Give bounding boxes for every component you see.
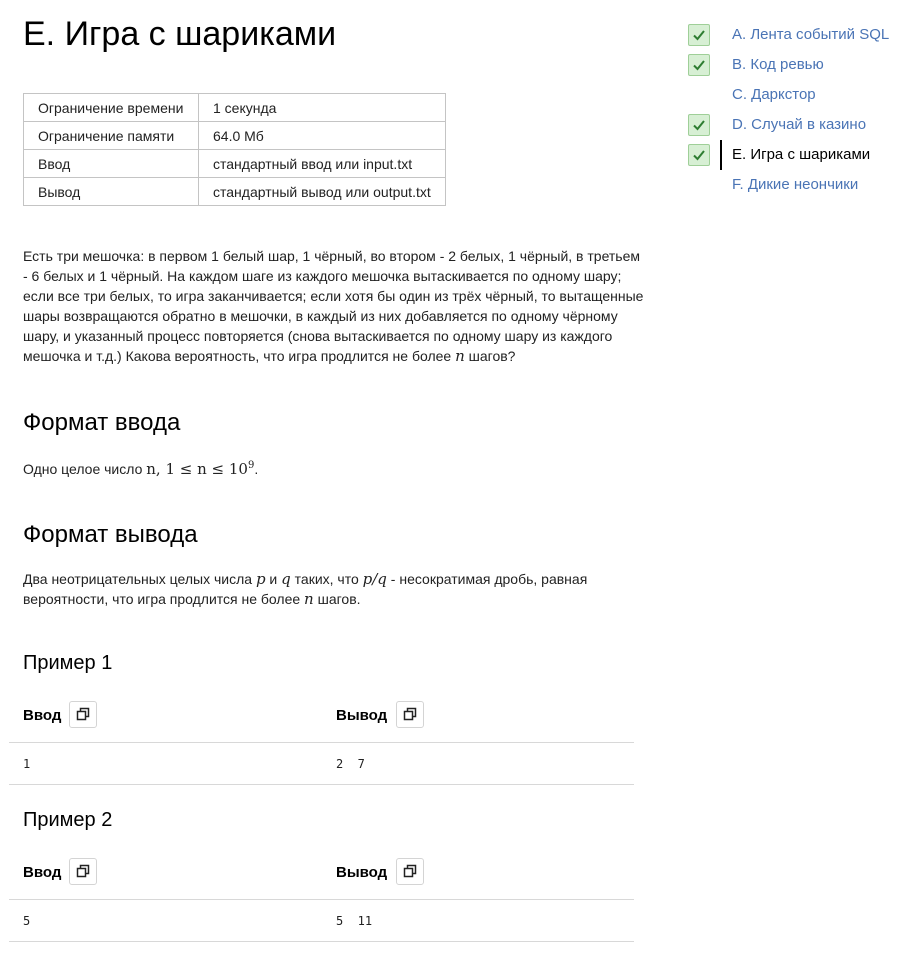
limit-label: Ограничение памяти: [23, 121, 199, 150]
nav-link-f[interactable]: F. Дикие неончики: [732, 176, 858, 193]
checkmark-icon: [693, 30, 705, 41]
sample-1-heading: Пример 1: [23, 652, 113, 674]
sample-output-label: Вывод: [336, 864, 388, 881]
sample-header: Ввод Вывод: [9, 858, 634, 900]
statement-text: Есть три мешочка: в первом 1 белый шар, …: [23, 248, 644, 364]
table-row: Ограничение времени 1 секунда: [23, 93, 446, 122]
solved-checkbox: [688, 54, 710, 76]
table-row: Ввод стандартный ввод или input.txt: [23, 149, 446, 178]
statement-tail: шагов?: [464, 348, 516, 364]
copy-output-button[interactable]: [396, 858, 424, 885]
input-format-prefix: Одно целое число: [23, 461, 147, 477]
copy-icon: [403, 707, 417, 721]
sample-2: Ввод Вывод 5 5 11: [9, 858, 634, 942]
limit-value: стандартный ввод или input.txt: [198, 149, 446, 178]
nav-link-b[interactable]: B. Код ревью: [732, 56, 824, 73]
copy-icon: [403, 864, 417, 878]
output-format-text: Два неотрицательных целых числа p и q та…: [23, 569, 623, 609]
sample-input-value: 1: [23, 757, 31, 771]
sample-body: 5 5 11: [9, 900, 634, 942]
limit-value: стандартный вывод или output.txt: [198, 177, 446, 206]
sample-header: Ввод Вывод: [9, 701, 634, 743]
sample-output-label: Вывод: [336, 707, 388, 724]
math-var-n: n: [455, 347, 465, 365]
limit-label: Вывод: [23, 177, 199, 206]
copy-icon: [76, 707, 90, 721]
output-text-1: Два неотрицательных целых числа: [23, 571, 256, 587]
sample-input-label: Ввод: [23, 864, 62, 881]
table-row: Ограничение памяти 64.0 Мб: [23, 121, 446, 150]
limit-value: 1 секунда: [198, 93, 446, 122]
output-format-heading: Формат вывода: [23, 521, 198, 548]
table-row: Вывод стандартный вывод или output.txt: [23, 177, 446, 206]
nav-link-e[interactable]: E. Игра с шариками: [732, 146, 870, 163]
math-fraction: p/q: [362, 570, 387, 588]
sample-input-value: 5: [23, 914, 31, 928]
copy-output-button[interactable]: [396, 701, 424, 728]
nav-item-e[interactable]: E. Игра с шариками: [688, 140, 924, 170]
copy-icon: [76, 864, 90, 878]
solved-checkbox: [688, 24, 710, 46]
math-constraint: n, 1 ≤ n ≤ 109: [146, 460, 254, 478]
nav-item-b[interactable]: B. Код ревью: [688, 50, 924, 80]
sample-input-label: Ввод: [23, 707, 62, 724]
checkmark-icon: [693, 120, 705, 131]
math-var-n: n: [304, 590, 314, 608]
nav-link-c[interactable]: C. Даркстор: [732, 86, 816, 103]
active-indicator: [720, 140, 722, 170]
nav-link-a[interactable]: A. Лента событий SQL: [732, 26, 889, 43]
input-format-text: Одно целое число n, 1 ≤ n ≤ 109.: [23, 456, 648, 479]
solved-checkbox: [688, 114, 710, 136]
nav-link-d[interactable]: D. Случай в казино: [732, 116, 866, 133]
limits-table: Ограничение времени 1 секунда Ограничени…: [23, 93, 446, 206]
sample-1: Ввод Вывод 1 2 7: [9, 701, 634, 785]
limit-value: 64.0 Мб: [198, 121, 446, 150]
sample-body: 1 2 7: [9, 743, 634, 785]
problem-nav: A. Лента событий SQL B. Код ревью C. Дар…: [688, 20, 924, 200]
copy-input-button[interactable]: [69, 701, 97, 728]
page-title: E. Игра с шариками: [23, 15, 337, 53]
output-text-3: таких, что: [290, 571, 363, 587]
nav-item-f[interactable]: F. Дикие неончики: [688, 170, 924, 200]
output-text-5: шагов.: [313, 591, 361, 607]
copy-input-button[interactable]: [69, 858, 97, 885]
math-var-q: q: [281, 570, 291, 588]
nav-item-a[interactable]: A. Лента событий SQL: [688, 20, 924, 50]
checkmark-icon: [693, 150, 705, 161]
output-text-2: и: [265, 571, 282, 587]
limit-label: Ввод: [23, 149, 199, 178]
sample-output-value: 5 11: [336, 914, 373, 928]
nav-item-c[interactable]: C. Даркстор: [688, 80, 924, 110]
math-var-p: p: [255, 570, 266, 588]
sample-2-heading: Пример 2: [23, 809, 113, 831]
sample-output-value: 2 7: [336, 757, 365, 771]
solved-checkbox: [688, 144, 710, 166]
checkmark-icon: [693, 60, 705, 71]
math-constraint-base: n, 1 ≤ n ≤ 10: [146, 460, 248, 478]
nav-item-d[interactable]: D. Случай в казино: [688, 110, 924, 140]
input-format-heading: Формат ввода: [23, 409, 181, 436]
problem-statement: Есть три мешочка: в первом 1 белый шар, …: [23, 246, 648, 366]
input-format-end: .: [254, 461, 259, 477]
limit-label: Ограничение времени: [23, 93, 199, 122]
